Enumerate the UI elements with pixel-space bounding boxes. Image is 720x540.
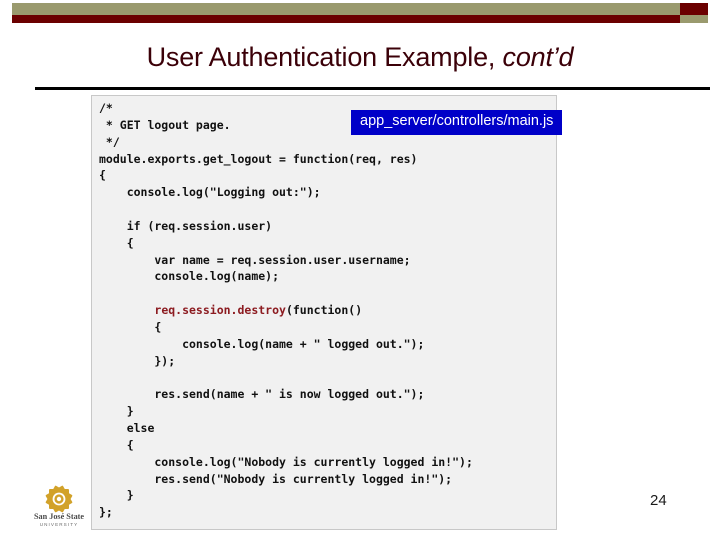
top-bar-khaki-band [12,3,680,15]
top-bar-accent-top-right [680,3,708,15]
slide-title: User Authentication Example, cont’d [0,42,720,73]
sjsu-logo: San José State UNIVERSITY [34,481,84,529]
title-underline-rule [35,87,710,90]
page-number: 24 [650,492,667,509]
code-content: /* * GET logout page. */ module.exports.… [99,101,473,520]
sjsu-logo-wordmark-line2: UNIVERSITY [40,522,79,527]
slide-title-main: User Authentication Example, [146,42,503,72]
slide-title-continued: cont’d [502,42,574,72]
sjsu-logo-wordmark-line1: San José State [34,512,84,521]
file-path-callout: app_server/controllers/main.js [351,110,563,135]
code-highlighted-token: req.session.destroy [154,303,286,318]
code-block: /* * GET logout page. */ module.exports.… [91,95,557,530]
top-bar-maroon-band [12,15,680,23]
sjsu-logo-mark [45,485,73,513]
top-bar-accent-bottom-right [680,15,708,23]
slide-top-decoration-bar [0,0,720,26]
